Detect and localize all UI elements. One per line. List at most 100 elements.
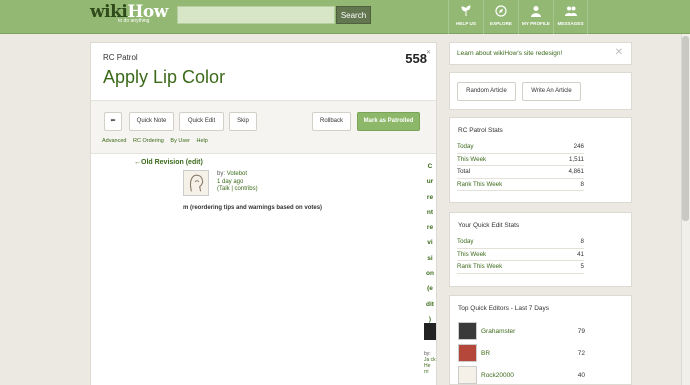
stat-row: Today 246 bbox=[457, 141, 584, 154]
avatar[interactable] bbox=[458, 344, 477, 362]
nav-help-us[interactable]: HELP US bbox=[448, 0, 483, 34]
mark-patrolled-button[interactable]: Mark as Patrolled bbox=[357, 112, 420, 131]
search-input[interactable] bbox=[177, 6, 335, 24]
search-button[interactable]: Search bbox=[336, 6, 371, 24]
rollback-button[interactable]: Rollback bbox=[312, 112, 351, 131]
stat-value: 1,511 bbox=[568, 155, 584, 163]
rc-stats-rows: Today 246 This Week 1,511 Total 4,861 Rank … bbox=[457, 141, 584, 191]
write-article-button[interactable]: Write An Article bbox=[522, 82, 581, 101]
side-text: ur bbox=[426, 178, 434, 186]
side-text: vi bbox=[427, 239, 433, 247]
rc-patrol-title: RC Patrol bbox=[103, 53, 138, 62]
quick-edit-stats: Your Quick Edit Stats Today 8 This Week 41… bbox=[449, 212, 632, 287]
side-text: re bbox=[426, 193, 434, 201]
revision-author: by: Votebot 1 day ago (Talk | contribs) bbox=[217, 171, 258, 194]
top-bar: wikiHow to do anything Search HELP US EX… bbox=[0, 0, 690, 34]
side-author-link[interactable]: Ja ck He rri bbox=[424, 357, 436, 375]
talk-contribs-link[interactable]: (Talk | contribs) bbox=[217, 186, 258, 194]
top-nav: HELP US EXPLORE MY PROFILE MESSAGES bbox=[448, 0, 588, 34]
quick-note-button[interactable]: Quick Note bbox=[129, 112, 174, 131]
stat-label[interactable]: Today bbox=[457, 141, 474, 153]
side-text: C bbox=[427, 163, 433, 170]
wikihow-logo[interactable]: wikiHow to do anything bbox=[90, 3, 168, 24]
top-editors-list: Grahamster 79 BR 72 Rock20000 40 bbox=[458, 320, 585, 385]
stat-value: 246 bbox=[573, 143, 584, 150]
nav-explore[interactable]: EXPLORE bbox=[483, 0, 518, 34]
stat-value: 41 bbox=[577, 250, 584, 258]
avatar[interactable] bbox=[183, 170, 209, 196]
link-by-user[interactable]: By User bbox=[170, 138, 190, 144]
article-title[interactable]: Apply Lip Color bbox=[103, 67, 225, 88]
arrow-left-icon: ⬅ bbox=[110, 118, 116, 124]
stat-value: 5 bbox=[580, 263, 584, 270]
person-icon bbox=[519, 5, 553, 19]
rc-patrol-stats: RC Patrol Stats Today 246 This Week 1,511 … bbox=[449, 117, 632, 203]
top-quick-editors: Top Quick Editors - Last 7 Days Grahamst… bbox=[449, 295, 632, 385]
side-text: nt bbox=[426, 208, 434, 216]
quick-edit-button[interactable]: Quick Edit bbox=[179, 112, 224, 131]
sprout-icon bbox=[449, 5, 483, 19]
random-article-button[interactable]: Random Article bbox=[457, 82, 516, 101]
stat-label[interactable]: Today bbox=[457, 236, 474, 248]
stat-row: Rank This Week 8 bbox=[457, 179, 584, 191]
by-label: by: bbox=[217, 171, 226, 177]
stat-value: 8 bbox=[580, 238, 584, 245]
patrol-count: 558 bbox=[405, 51, 427, 66]
stat-row: Total 4,861 bbox=[457, 166, 584, 179]
stat-row: Today 8 bbox=[457, 236, 584, 249]
stat-label[interactable]: This Week bbox=[457, 154, 486, 166]
stat-label[interactable]: This Week bbox=[457, 249, 486, 261]
avatar[interactable] bbox=[458, 322, 477, 340]
editor-count: 79 bbox=[577, 327, 585, 335]
patrol-sublinks: Advanced RC Ordering By User Help bbox=[102, 138, 213, 144]
stat-value: 4,861 bbox=[568, 168, 584, 175]
old-revision-link[interactable]: ←Old Revision (edit) bbox=[134, 159, 203, 166]
link-help[interactable]: Help bbox=[197, 138, 208, 144]
side-text: re bbox=[426, 224, 434, 232]
link-rc-ordering[interactable]: RC Ordering bbox=[133, 138, 164, 144]
patrol-toolbar: ⬅ Quick Note Quick Edit Skip Rollback Ma… bbox=[91, 100, 436, 154]
editor-name[interactable]: Rock20000 bbox=[481, 372, 578, 379]
avatar[interactable] bbox=[458, 366, 477, 384]
skip-button[interactable]: Skip bbox=[229, 112, 257, 131]
default-avatar-icon bbox=[189, 174, 204, 192]
side-avatar[interactable] bbox=[424, 323, 436, 340]
list-item: Grahamster 79 bbox=[458, 320, 585, 342]
side-author: by: Ja ck He rri bbox=[424, 351, 436, 375]
top-editors-title: Top Quick Editors - Last 7 Days bbox=[458, 305, 550, 312]
stat-row: This Week 1,511 bbox=[457, 154, 584, 166]
stat-label[interactable]: Rank This Week bbox=[457, 179, 502, 191]
list-item: Rock20000 40 bbox=[458, 364, 585, 385]
stat-row: This Week 41 bbox=[457, 249, 584, 261]
editor-name[interactable]: Grahamster bbox=[481, 328, 578, 335]
author-link[interactable]: Votebot bbox=[227, 171, 247, 177]
messages-icon bbox=[554, 5, 587, 19]
nav-my-profile-label: MY PROFILE bbox=[522, 21, 550, 26]
diff-view: ←Old Revision (edit) by: Votebot 1 day a… bbox=[91, 155, 436, 385]
nav-help-us-label: HELP US bbox=[456, 21, 476, 26]
link-advanced[interactable]: Advanced bbox=[102, 138, 126, 144]
nav-my-profile[interactable]: MY PROFILE bbox=[518, 0, 553, 34]
nav-messages-label: MESSAGES bbox=[557, 21, 584, 26]
editor-name[interactable]: BR bbox=[481, 350, 578, 357]
scrollbar-thumb[interactable] bbox=[682, 36, 689, 221]
edit-summary: m (reordering tips and warnings based on… bbox=[183, 205, 323, 211]
article-buttons: Random Article Write An Article bbox=[449, 72, 632, 110]
close-icon[interactable]: ✕ bbox=[426, 49, 431, 56]
redesign-banner: Learn about wikiHow's site redesign! ✕ bbox=[449, 42, 632, 65]
back-button[interactable]: ⬅ bbox=[104, 112, 122, 131]
side-text: dit bbox=[426, 300, 434, 308]
stat-value: 8 bbox=[580, 180, 584, 188]
list-item: BR 72 bbox=[458, 342, 585, 364]
editor-count: 40 bbox=[577, 371, 585, 379]
stat-label: Total bbox=[457, 168, 471, 175]
rc-stats-title: RC Patrol Stats bbox=[458, 127, 503, 134]
stat-label[interactable]: Rank This Week bbox=[457, 261, 502, 273]
compass-icon bbox=[484, 5, 518, 19]
current-revision-link[interactable]: C ur re nt re vi si on (e dit ) bbox=[424, 159, 436, 327]
nav-messages[interactable]: MESSAGES bbox=[553, 0, 588, 34]
nav-explore-label: EXPLORE bbox=[490, 21, 512, 26]
stat-row: Rank This Week 5 bbox=[457, 261, 584, 274]
redesign-link[interactable]: Learn about wikiHow's site redesign! bbox=[457, 50, 562, 57]
close-banner-icon[interactable]: ✕ bbox=[615, 47, 623, 58]
